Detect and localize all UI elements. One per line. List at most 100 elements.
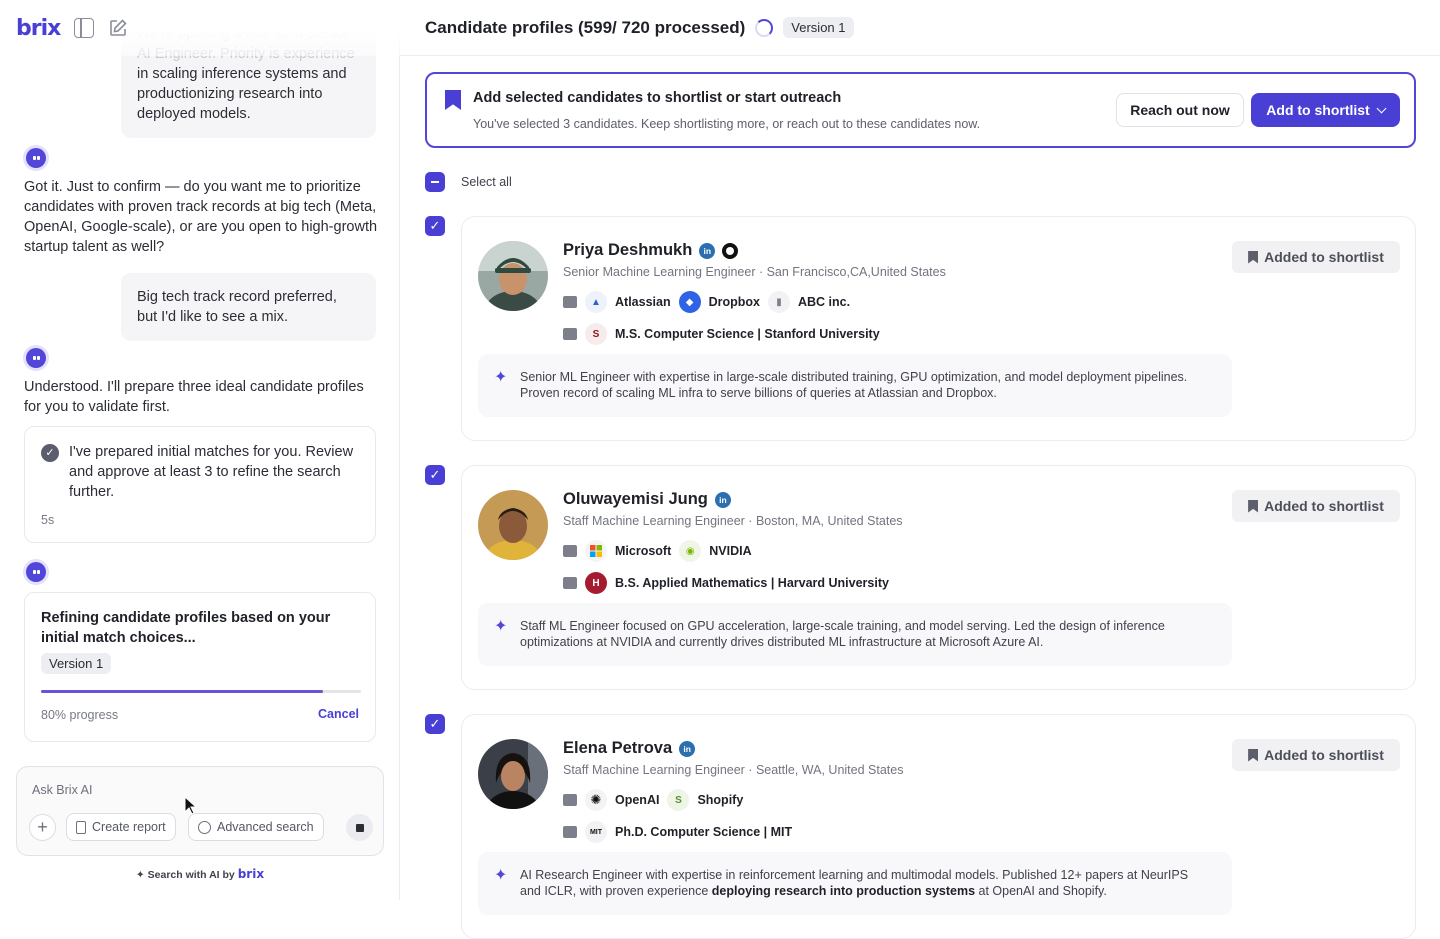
chat-panel: We're opening a role for a Senior AI Eng…: [0, 0, 400, 900]
check-circle-icon: ✓: [41, 444, 59, 462]
stanford-logo-icon: S: [585, 323, 607, 345]
candidate-summary: ✦ AI Research Engineer with expertise in…: [478, 852, 1232, 915]
education: B.S. Applied Mathematics | Harvard Unive…: [615, 576, 889, 590]
added-label: Added to shortlist: [1264, 498, 1384, 514]
avatar: [478, 739, 548, 809]
microsoft-logo-icon: [585, 540, 607, 562]
status-card: ✓ I've prepared initial matches for you.…: [24, 426, 376, 543]
new-chat-icon[interactable]: [108, 18, 128, 38]
graduation-cap-icon: [563, 826, 577, 838]
bot-avatar-icon: [26, 148, 46, 168]
advanced-search-label: Advanced search: [217, 820, 314, 834]
candidate-card[interactable]: Oluwayemisi Jung in Staff Machine Learni…: [461, 465, 1416, 690]
powered-by-footer: ✦ Search with AI by brix: [0, 867, 400, 881]
bookmark-icon: [1248, 748, 1259, 762]
advanced-search-button[interactable]: Advanced search: [188, 813, 324, 841]
ask-input[interactable]: Ask Brix AI: [32, 783, 92, 797]
banner-title: Add selected candidates to shortlist or …: [473, 90, 842, 106]
add-attachment-button[interactable]: +: [29, 814, 56, 841]
summary-text: and ICLR, with proven experience: [520, 884, 712, 898]
added-to-shortlist-button[interactable]: Added to shortlist: [1232, 739, 1400, 771]
added-label: Added to shortlist: [1264, 249, 1384, 265]
briefcase-icon: [563, 794, 577, 806]
candidate-summary: ✦ Senior ML Engineer with expertise in l…: [478, 354, 1232, 417]
candidate-name-row: Elena Petrova in: [563, 739, 696, 758]
summary-line: optimizations at NVIDIA and currently dr…: [520, 635, 1044, 649]
footer-text: Search with AI by: [147, 869, 235, 881]
bot-avatar-icon: [26, 562, 46, 582]
linkedin-icon[interactable]: in: [679, 740, 696, 757]
company-name: OpenAI: [615, 793, 660, 807]
ask-input-box[interactable]: Ask Brix AI + Create report Advanced sea…: [16, 766, 384, 856]
sparkle-icon: ✦: [494, 369, 508, 386]
candidate-card[interactable]: Priya Deshmukh in Senior Machine Learnin…: [461, 216, 1416, 441]
add-to-shortlist-button[interactable]: Add to shortlist: [1251, 93, 1400, 127]
brix-logo[interactable]: brix: [16, 16, 61, 41]
summary-line: Staff ML Engineer focused on GPU acceler…: [520, 619, 1165, 633]
stop-button[interactable]: [346, 814, 373, 841]
avatar: [478, 490, 548, 560]
candidate-title: Staff Machine Learning Engineer · Boston…: [563, 514, 903, 528]
openai-logo-icon: ✺: [585, 789, 607, 811]
education-row: MIT Ph.D. Computer Science | MIT: [563, 821, 792, 843]
candidate-checkbox[interactable]: ✓: [425, 216, 445, 236]
reach-out-button[interactable]: Reach out now: [1116, 93, 1244, 127]
shortlist-banner: Add selected candidates to shortlist or …: [425, 72, 1416, 148]
company-name: Atlassian: [615, 295, 671, 309]
results-header: Candidate profiles (599/ 720 processed) …: [400, 0, 1440, 56]
linkedin-icon[interactable]: in: [714, 491, 731, 508]
candidate-card[interactable]: Elena Petrova in Staff Machine Learning …: [461, 714, 1416, 939]
left-topbar: brix: [0, 0, 400, 56]
added-to-shortlist-button[interactable]: Added to shortlist: [1232, 490, 1400, 522]
candidate-name[interactable]: Priya Deshmukh: [563, 241, 692, 260]
summary-highlight: deploying research into production syste…: [711, 884, 976, 898]
chevron-down-icon: [1376, 103, 1387, 113]
company-name: Shopify: [697, 793, 744, 807]
education: M.S. Computer Science | Stanford Univers…: [615, 327, 880, 341]
briefcase-icon: [563, 545, 577, 557]
results-panel: Candidate profiles (599/ 720 processed) …: [400, 0, 1440, 939]
elapsed-time: 5s: [41, 513, 55, 527]
mit-logo-icon: MIT: [585, 821, 607, 843]
bot-message: Understood. I'll prepare three ideal can…: [24, 379, 364, 415]
github-icon[interactable]: [722, 242, 739, 259]
select-all-label[interactable]: Select all: [461, 175, 512, 189]
company-name: Dropbox: [708, 295, 760, 309]
document-icon: [76, 820, 86, 834]
sparkle-icon: ✦: [494, 618, 508, 635]
stop-icon: [355, 823, 364, 832]
building-icon: ▮: [767, 291, 790, 313]
candidate-checkbox[interactable]: ✓: [425, 465, 445, 485]
company-name: Microsoft: [615, 544, 672, 558]
loading-spinner-icon: [755, 18, 774, 37]
add-to-shortlist-label: Add to shortlist: [1266, 102, 1370, 118]
candidate-title: Staff Machine Learning Engineer · Seattl…: [563, 763, 904, 777]
summary-line: and ICLR, with proven experience deployi…: [520, 883, 1216, 899]
education-row: H B.S. Applied Mathematics | Harvard Uni…: [563, 572, 889, 594]
footer-brand: brix: [237, 867, 265, 881]
companies-row: Microsoft ◉ NVIDIA: [563, 540, 752, 562]
companies-row: ✺ OpenAI S Shopify: [563, 789, 743, 811]
select-all-checkbox[interactable]: [425, 172, 445, 192]
refine-title: Refining candidate profiles based on you…: [41, 610, 331, 646]
cancel-link[interactable]: Cancel: [318, 707, 359, 721]
bot-message: Got it. Just to confirm — do you want me…: [24, 179, 378, 255]
create-report-button[interactable]: Create report: [66, 813, 176, 841]
sidebar-toggle-icon[interactable]: [74, 18, 95, 38]
linkedin-icon[interactable]: in: [699, 242, 716, 259]
mouse-cursor-icon: [184, 796, 198, 815]
candidate-name[interactable]: Oluwayemisi Jung: [563, 490, 708, 509]
companies-row: ▲ Atlassian ◆ Dropbox ▮ ABC inc.: [563, 291, 850, 313]
shopify-logo-icon: S: [667, 789, 690, 811]
candidate-checkbox[interactable]: ✓: [425, 714, 445, 734]
company-name: NVIDIA: [709, 544, 752, 558]
version-badge: Version 1: [41, 653, 112, 674]
added-to-shortlist-button[interactable]: Added to shortlist: [1232, 241, 1400, 273]
minus-icon: [431, 181, 439, 183]
summary-line: AI Research Engineer with expertise in r…: [520, 868, 1189, 882]
refine-card: Refining candidate profiles based on you…: [24, 592, 376, 742]
education: Ph.D. Computer Science | MIT: [615, 825, 793, 839]
user-message-text: in scaling inference systems and product…: [137, 66, 347, 122]
candidate-name[interactable]: Elena Petrova: [563, 739, 672, 758]
progress-label: 80% progress: [41, 708, 119, 722]
